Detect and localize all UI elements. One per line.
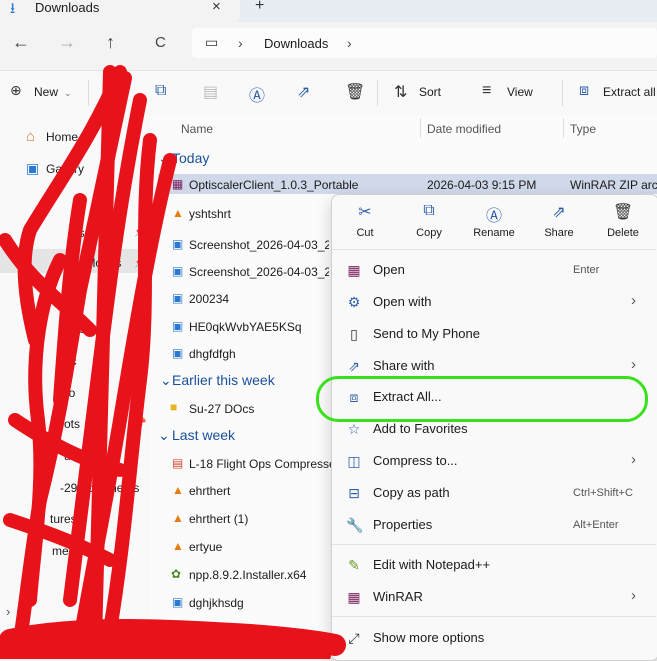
redaction-scribble: [0, 65, 346, 659]
